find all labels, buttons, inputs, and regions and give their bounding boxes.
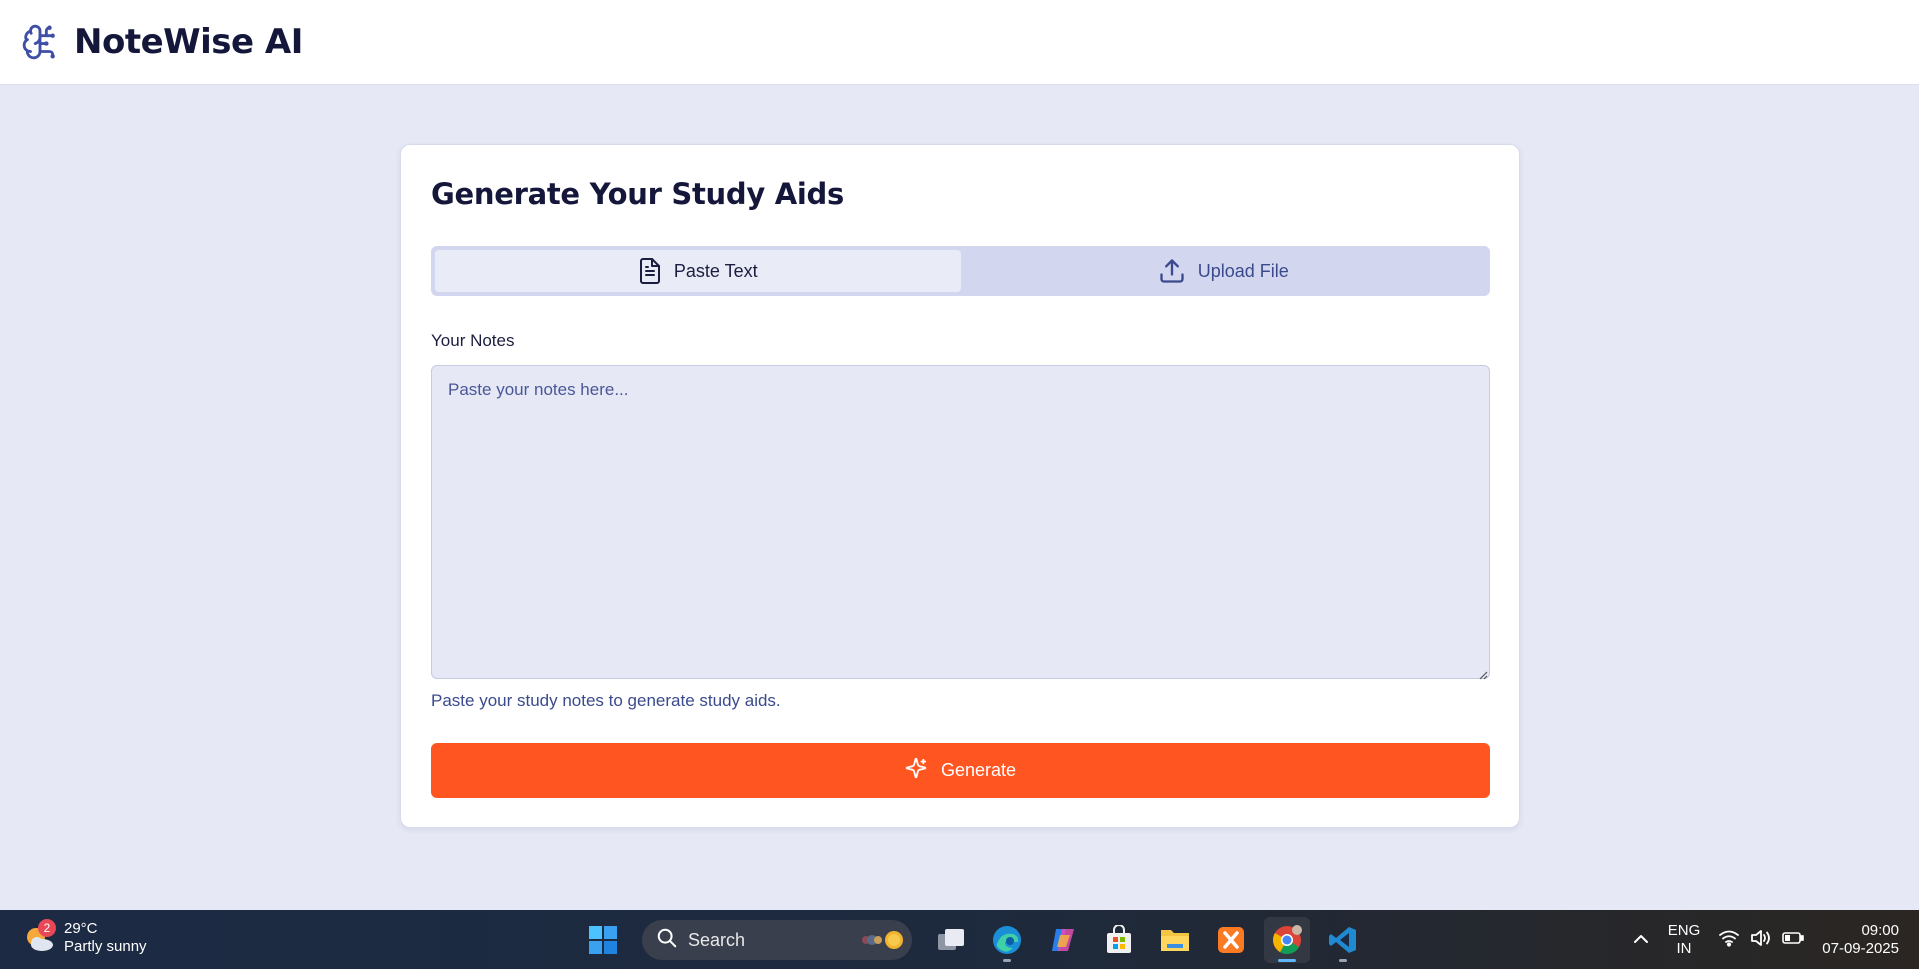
vscode-running-indicator [1339, 959, 1347, 962]
generate-button[interactable]: Generate [431, 743, 1490, 798]
language-code: ENG [1667, 922, 1701, 939]
upload-icon [1158, 257, 1186, 285]
region-code: IN [1676, 940, 1692, 957]
windows-start-icon[interactable] [580, 917, 626, 963]
chrome-icon[interactable] [1264, 917, 1310, 963]
helper-text: Paste your study notes to generate study… [431, 691, 781, 710]
weather-widget[interactable]: 2 29°C Partly sunny [22, 919, 147, 956]
edge-running-indicator [1003, 959, 1011, 962]
system-tray: ENG IN 09:00 07-09-2025 [1632, 918, 1899, 962]
app-title: NoteWise AI [74, 22, 303, 62]
quick-settings[interactable] [1718, 929, 1805, 951]
card-title: Generate Your Study Aids [431, 177, 844, 211]
os-taskbar: 2 29°C Partly sunny Search ENG IN 09:00 … [0, 910, 1919, 969]
chrome-active-indicator [1278, 959, 1296, 962]
tab-upload-file-label: Upload File [1197, 260, 1289, 281]
system-clock[interactable]: 09:00 07-09-2025 [1822, 922, 1899, 958]
input-mode-tabs: Paste Text Upload File [431, 246, 1490, 296]
chevron-up-icon[interactable] [1632, 932, 1650, 949]
weather-badge: 2 [38, 919, 56, 937]
app-header: NoteWise AI [0, 0, 1919, 85]
tab-paste-text[interactable]: Paste Text [435, 250, 961, 292]
weather-condition: Partly sunny [64, 938, 147, 955]
partly-sunny-icon: 2 [22, 919, 56, 955]
edge-icon[interactable] [984, 917, 1030, 963]
study-aids-card: Generate Your Study Aids Paste Text Uplo… [400, 144, 1520, 828]
taskbar-apps: Search [580, 916, 1366, 964]
tab-paste-text-label: Paste Text [673, 260, 758, 281]
file-explorer-icon[interactable] [1152, 917, 1198, 963]
resize-handle-icon[interactable] [1478, 667, 1488, 680]
volume-icon [1750, 929, 1772, 951]
copilot-icon[interactable] [1040, 917, 1086, 963]
notes-label: Your Notes [431, 331, 515, 350]
store-icon[interactable] [1096, 917, 1142, 963]
taskbar-search[interactable]: Search [642, 920, 912, 960]
weather-temperature: 29°C [64, 920, 98, 937]
clock-date: 07-09-2025 [1822, 940, 1899, 957]
search-icon [656, 927, 678, 954]
language-indicator[interactable]: ENG IN [1668, 922, 1701, 958]
document-icon [638, 257, 662, 285]
search-label: Search [688, 929, 746, 950]
battery-icon [1782, 931, 1805, 949]
xampp-icon[interactable] [1208, 917, 1254, 963]
search-highlight-icon [858, 928, 904, 952]
generate-button-label: Generate [940, 760, 1017, 780]
brain-icon [20, 22, 60, 62]
sparkles-icon [905, 757, 927, 784]
notes-textarea[interactable] [431, 365, 1490, 679]
tab-upload-file[interactable]: Upload File [961, 250, 1487, 292]
wifi-icon [1718, 929, 1740, 951]
task-view-icon[interactable] [928, 917, 974, 963]
vscode-icon[interactable] [1320, 917, 1366, 963]
clock-time: 09:00 [1861, 922, 1899, 939]
